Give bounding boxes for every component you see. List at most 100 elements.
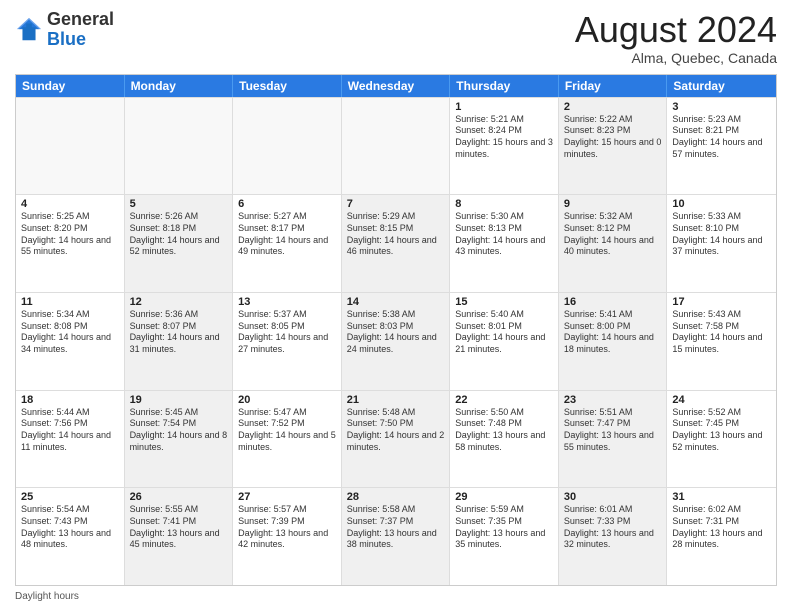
calendar-header-tuesday: Tuesday [233, 75, 342, 97]
calendar-body: 1Sunrise: 5:21 AM Sunset: 8:24 PM Daylig… [16, 97, 776, 585]
day-number: 21 [347, 394, 445, 406]
cell-info: Sunrise: 5:40 AM Sunset: 8:01 PM Dayligh… [455, 309, 553, 356]
cell-info: Sunrise: 5:34 AM Sunset: 8:08 PM Dayligh… [21, 309, 119, 356]
day-number: 1 [455, 101, 553, 113]
table-row: 1Sunrise: 5:21 AM Sunset: 8:24 PM Daylig… [450, 98, 559, 195]
cell-info: Sunrise: 5:38 AM Sunset: 8:03 PM Dayligh… [347, 309, 445, 356]
cell-info: Sunrise: 5:48 AM Sunset: 7:50 PM Dayligh… [347, 407, 445, 454]
table-row: 30Sunrise: 6:01 AM Sunset: 7:33 PM Dayli… [559, 488, 668, 585]
table-row: 11Sunrise: 5:34 AM Sunset: 8:08 PM Dayli… [16, 293, 125, 390]
day-number: 29 [455, 491, 553, 503]
table-row: 24Sunrise: 5:52 AM Sunset: 7:45 PM Dayli… [667, 391, 776, 488]
cell-info: Sunrise: 5:47 AM Sunset: 7:52 PM Dayligh… [238, 407, 336, 454]
title-block: August 2024 Alma, Quebec, Canada [575, 10, 777, 66]
table-row: 20Sunrise: 5:47 AM Sunset: 7:52 PM Dayli… [233, 391, 342, 488]
calendar-header-saturday: Saturday [667, 75, 776, 97]
cell-info: Sunrise: 5:22 AM Sunset: 8:23 PM Dayligh… [564, 114, 662, 161]
day-number: 3 [672, 101, 771, 113]
day-number: 22 [455, 394, 553, 406]
calendar-week-4: 18Sunrise: 5:44 AM Sunset: 7:56 PM Dayli… [16, 390, 776, 488]
table-row: 3Sunrise: 5:23 AM Sunset: 8:21 PM Daylig… [667, 98, 776, 195]
cell-info: Sunrise: 5:41 AM Sunset: 8:00 PM Dayligh… [564, 309, 662, 356]
table-row [125, 98, 234, 195]
table-row [16, 98, 125, 195]
table-row: 19Sunrise: 5:45 AM Sunset: 7:54 PM Dayli… [125, 391, 234, 488]
footer-label: Daylight hours [15, 591, 79, 602]
cell-info: Sunrise: 5:44 AM Sunset: 7:56 PM Dayligh… [21, 407, 119, 454]
cell-info: Sunrise: 5:32 AM Sunset: 8:12 PM Dayligh… [564, 211, 662, 258]
logo-icon [15, 16, 43, 44]
day-number: 4 [21, 198, 119, 210]
calendar-header-row: SundayMondayTuesdayWednesdayThursdayFrid… [16, 75, 776, 97]
page: General Blue August 2024 Alma, Quebec, C… [0, 0, 792, 612]
table-row: 15Sunrise: 5:40 AM Sunset: 8:01 PM Dayli… [450, 293, 559, 390]
table-row: 29Sunrise: 5:59 AM Sunset: 7:35 PM Dayli… [450, 488, 559, 585]
day-number: 24 [672, 394, 771, 406]
cell-info: Sunrise: 5:36 AM Sunset: 8:07 PM Dayligh… [130, 309, 228, 356]
cell-info: Sunrise: 5:21 AM Sunset: 8:24 PM Dayligh… [455, 114, 553, 161]
calendar-header-monday: Monday [125, 75, 234, 97]
table-row: 22Sunrise: 5:50 AM Sunset: 7:48 PM Dayli… [450, 391, 559, 488]
table-row: 9Sunrise: 5:32 AM Sunset: 8:12 PM Daylig… [559, 195, 668, 292]
table-row: 17Sunrise: 5:43 AM Sunset: 7:58 PM Dayli… [667, 293, 776, 390]
month-year: August 2024 [575, 10, 777, 50]
day-number: 11 [21, 296, 119, 308]
day-number: 30 [564, 491, 662, 503]
cell-info: Sunrise: 5:57 AM Sunset: 7:39 PM Dayligh… [238, 504, 336, 551]
table-row: 27Sunrise: 5:57 AM Sunset: 7:39 PM Dayli… [233, 488, 342, 585]
calendar-header-friday: Friday [559, 75, 668, 97]
cell-info: Sunrise: 5:37 AM Sunset: 8:05 PM Dayligh… [238, 309, 336, 356]
table-row: 7Sunrise: 5:29 AM Sunset: 8:15 PM Daylig… [342, 195, 451, 292]
cell-info: Sunrise: 5:55 AM Sunset: 7:41 PM Dayligh… [130, 504, 228, 551]
day-number: 31 [672, 491, 771, 503]
day-number: 28 [347, 491, 445, 503]
cell-info: Sunrise: 5:45 AM Sunset: 7:54 PM Dayligh… [130, 407, 228, 454]
day-number: 8 [455, 198, 553, 210]
day-number: 17 [672, 296, 771, 308]
table-row: 25Sunrise: 5:54 AM Sunset: 7:43 PM Dayli… [16, 488, 125, 585]
table-row: 12Sunrise: 5:36 AM Sunset: 8:07 PM Dayli… [125, 293, 234, 390]
calendar-week-2: 4Sunrise: 5:25 AM Sunset: 8:20 PM Daylig… [16, 194, 776, 292]
table-row [233, 98, 342, 195]
table-row: 16Sunrise: 5:41 AM Sunset: 8:00 PM Dayli… [559, 293, 668, 390]
cell-info: Sunrise: 5:33 AM Sunset: 8:10 PM Dayligh… [672, 211, 771, 258]
day-number: 13 [238, 296, 336, 308]
day-number: 5 [130, 198, 228, 210]
cell-info: Sunrise: 6:01 AM Sunset: 7:33 PM Dayligh… [564, 504, 662, 551]
day-number: 15 [455, 296, 553, 308]
cell-info: Sunrise: 5:23 AM Sunset: 8:21 PM Dayligh… [672, 114, 771, 161]
cell-info: Sunrise: 5:54 AM Sunset: 7:43 PM Dayligh… [21, 504, 119, 551]
table-row: 13Sunrise: 5:37 AM Sunset: 8:05 PM Dayli… [233, 293, 342, 390]
table-row: 26Sunrise: 5:55 AM Sunset: 7:41 PM Dayli… [125, 488, 234, 585]
cell-info: Sunrise: 5:26 AM Sunset: 8:18 PM Dayligh… [130, 211, 228, 258]
calendar: SundayMondayTuesdayWednesdayThursdayFrid… [15, 74, 777, 586]
calendar-week-3: 11Sunrise: 5:34 AM Sunset: 8:08 PM Dayli… [16, 292, 776, 390]
cell-info: Sunrise: 5:27 AM Sunset: 8:17 PM Dayligh… [238, 211, 336, 258]
footer: Daylight hours [15, 591, 777, 602]
cell-info: Sunrise: 5:59 AM Sunset: 7:35 PM Dayligh… [455, 504, 553, 551]
calendar-header-thursday: Thursday [450, 75, 559, 97]
cell-info: Sunrise: 6:02 AM Sunset: 7:31 PM Dayligh… [672, 504, 771, 551]
logo-general-text: General [47, 9, 114, 29]
table-row: 28Sunrise: 5:58 AM Sunset: 7:37 PM Dayli… [342, 488, 451, 585]
table-row: 14Sunrise: 5:38 AM Sunset: 8:03 PM Dayli… [342, 293, 451, 390]
cell-info: Sunrise: 5:29 AM Sunset: 8:15 PM Dayligh… [347, 211, 445, 258]
day-number: 27 [238, 491, 336, 503]
table-row: 2Sunrise: 5:22 AM Sunset: 8:23 PM Daylig… [559, 98, 668, 195]
calendar-header-sunday: Sunday [16, 75, 125, 97]
day-number: 7 [347, 198, 445, 210]
cell-info: Sunrise: 5:50 AM Sunset: 7:48 PM Dayligh… [455, 407, 553, 454]
cell-info: Sunrise: 5:43 AM Sunset: 7:58 PM Dayligh… [672, 309, 771, 356]
table-row: 23Sunrise: 5:51 AM Sunset: 7:47 PM Dayli… [559, 391, 668, 488]
table-row: 10Sunrise: 5:33 AM Sunset: 8:10 PM Dayli… [667, 195, 776, 292]
location: Alma, Quebec, Canada [575, 50, 777, 66]
cell-info: Sunrise: 5:25 AM Sunset: 8:20 PM Dayligh… [21, 211, 119, 258]
day-number: 19 [130, 394, 228, 406]
day-number: 25 [21, 491, 119, 503]
table-row: 21Sunrise: 5:48 AM Sunset: 7:50 PM Dayli… [342, 391, 451, 488]
cell-info: Sunrise: 5:51 AM Sunset: 7:47 PM Dayligh… [564, 407, 662, 454]
cell-info: Sunrise: 5:30 AM Sunset: 8:13 PM Dayligh… [455, 211, 553, 258]
day-number: 26 [130, 491, 228, 503]
day-number: 16 [564, 296, 662, 308]
calendar-week-1: 1Sunrise: 5:21 AM Sunset: 8:24 PM Daylig… [16, 97, 776, 195]
